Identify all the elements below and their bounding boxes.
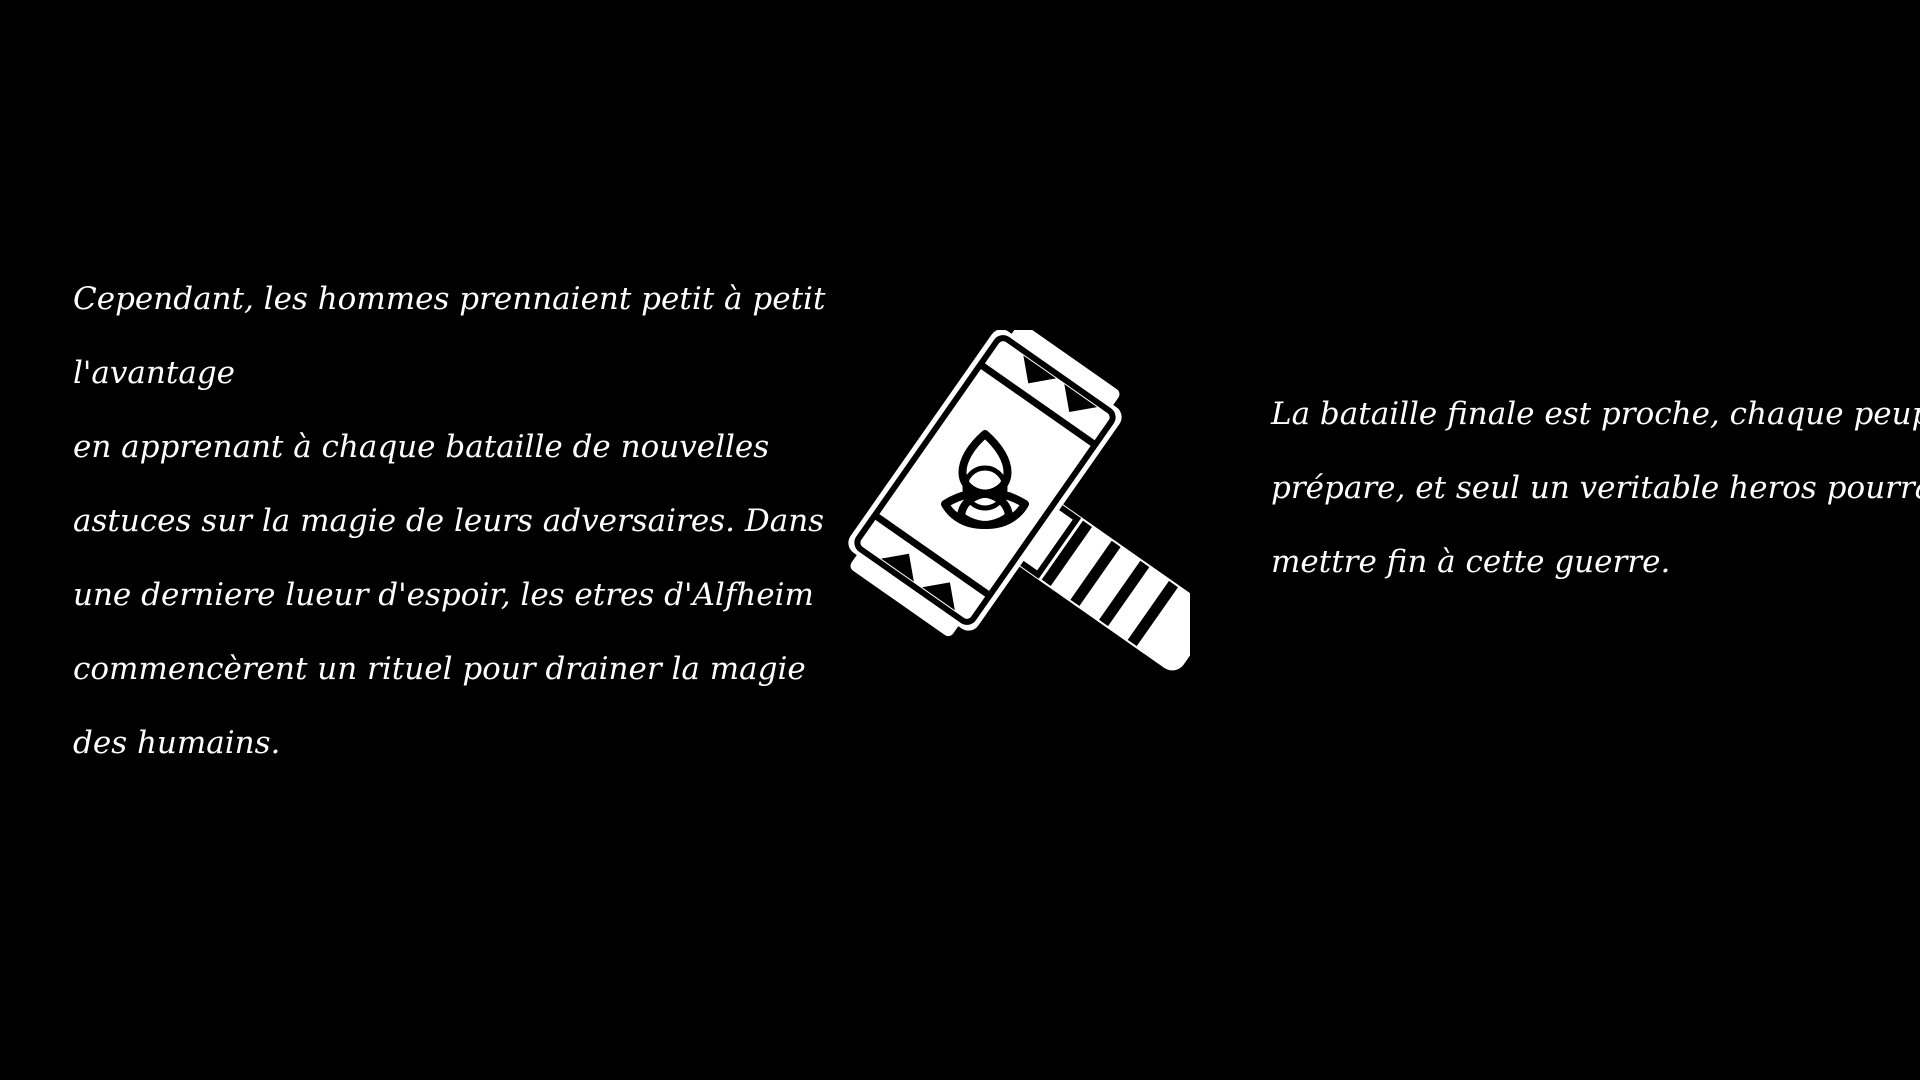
story-line: astuces sur la magie de leurs adversaire… [73,503,825,539]
story-line: l'avantage [73,355,236,391]
story-line: Cependant, les hommes prennaient petit à… [73,281,826,317]
story-text-right: La bataille finale est proche, chaque pe… [1271,377,1920,599]
story-line: en apprenant à chaque bataille de nouvel… [73,429,770,465]
story-line: prépare, et seul un veritable heros pour… [1271,470,1920,506]
story-screen: Cependant, les hommes prennaient petit à… [0,0,1920,1080]
story-text-left: Cependant, les hommes prennaient petit à… [73,262,826,780]
story-line: La bataille finale est proche, chaque pe… [1271,396,1920,432]
hammer-icon [848,330,1190,671]
story-line: des humains. [73,725,281,761]
story-line: mettre fin à cette guerre. [1271,544,1671,580]
story-line: une derniere lueur d'espoir, les etres d… [73,577,814,613]
story-line: commencèrent un rituel pour drainer la m… [73,651,806,687]
